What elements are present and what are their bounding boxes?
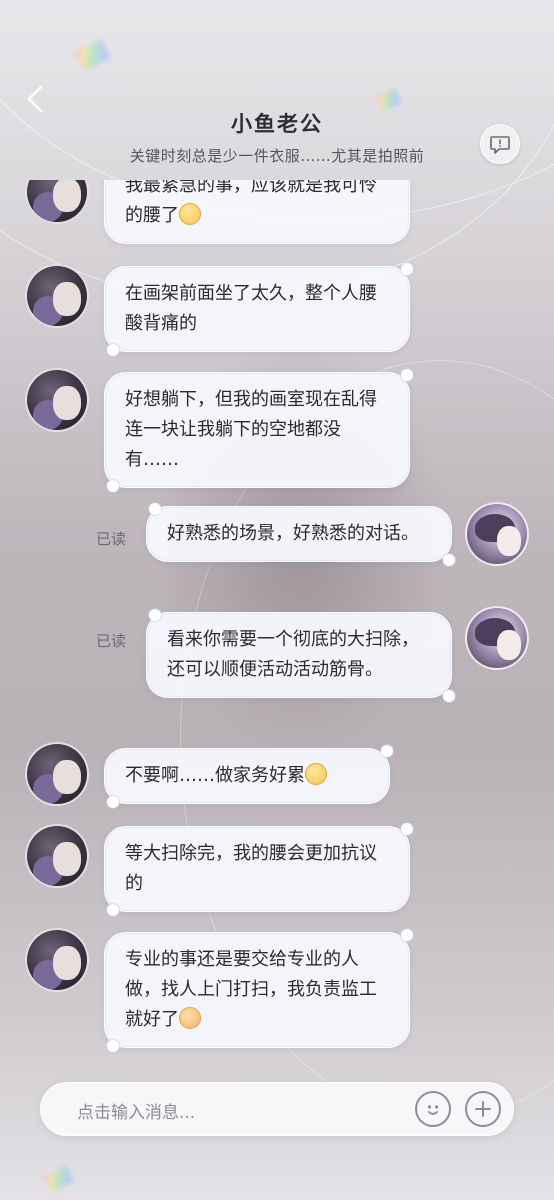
emoji-button[interactable] xyxy=(415,1091,451,1127)
message-text: 看来你需要一个彻底的大扫除，还可以顺便活动活动筋骨。 xyxy=(167,629,419,680)
read-status: 已读 xyxy=(96,632,127,650)
tired-face-emoji-icon xyxy=(305,763,327,785)
contact-avatar[interactable] xyxy=(25,824,89,888)
contact-avatar[interactable] xyxy=(25,928,89,992)
chat-header: 小鱼老公 关键时刻总是少一件衣服……尤其是拍照前 xyxy=(0,0,554,190)
message-bubble[interactable]: 在画架前面坐了太久，整个人腰酸背痛的 xyxy=(104,263,413,356)
user-avatar[interactable] xyxy=(465,502,529,566)
contact-avatar[interactable] xyxy=(25,264,89,328)
message-list[interactable]: 我最紧急的事，应该就是我可怜的腰了 在画架前面坐了太久，整个人腰酸背痛的 好想躺… xyxy=(0,180,554,1075)
message-bubble[interactable]: 不要啊……做家务好累 xyxy=(104,745,393,808)
user-avatar[interactable] xyxy=(465,606,529,670)
message-bubble[interactable]: 看来你需要一个彻底的大扫除，还可以顺便活动活动筋骨。 xyxy=(146,609,455,702)
contact-avatar[interactable] xyxy=(25,180,89,224)
read-status: 已读 xyxy=(96,530,127,548)
sad-face-emoji-icon xyxy=(179,203,201,225)
plus-icon xyxy=(475,1101,491,1117)
cat-face-emoji-icon xyxy=(179,1007,201,1029)
message-text: 等大扫除完，我的腰会更加抗议的 xyxy=(125,843,377,894)
contact-avatar[interactable] xyxy=(25,742,89,806)
message-text: 在画架前面坐了太久，整个人腰酸背痛的 xyxy=(125,283,377,334)
message-text: 不要啊……做家务好累 xyxy=(125,765,305,786)
message-bubble[interactable]: 好想躺下，但我的画室现在乱得连一块让我躺下的空地都没有…… xyxy=(104,369,413,492)
message-text: 好想躺下，但我的画室现在乱得连一块让我躺下的空地都没有…… xyxy=(125,389,377,470)
message-input-bar[interactable]: 点击输入消息... xyxy=(40,1082,514,1136)
emoji-icon xyxy=(427,1105,439,1115)
contact-name[interactable]: 小鱼老公 xyxy=(0,108,554,138)
contact-avatar[interactable] xyxy=(25,368,89,432)
message-bubble[interactable]: 等大扫除完，我的腰会更加抗议的 xyxy=(104,823,413,916)
message-text: 好熟悉的场景，好熟悉的对话。 xyxy=(167,523,419,544)
message-bubble[interactable]: 专业的事还是要交给专业的人做，找人上门打扫，我负责监工就好了 xyxy=(104,929,413,1052)
message-bubble[interactable]: 我最紧急的事，应该就是我可怜的腰了 xyxy=(104,180,410,244)
add-button[interactable] xyxy=(465,1091,501,1127)
message-input[interactable]: 点击输入消息... xyxy=(77,1098,195,1123)
message-text: 我最紧急的事，应该就是我可怜的腰了 xyxy=(125,180,377,226)
profile-button[interactable] xyxy=(480,124,520,164)
message-text: 专业的事还是要交给专业的人做，找人上门打扫，我负责监工就好了 xyxy=(125,949,377,1030)
message-bubble[interactable]: 好熟悉的场景，好熟悉的对话。 xyxy=(146,503,455,566)
contact-signature: 关键时刻总是少一件衣服……尤其是拍照前 xyxy=(129,147,425,165)
chat-profile-icon xyxy=(490,136,510,154)
